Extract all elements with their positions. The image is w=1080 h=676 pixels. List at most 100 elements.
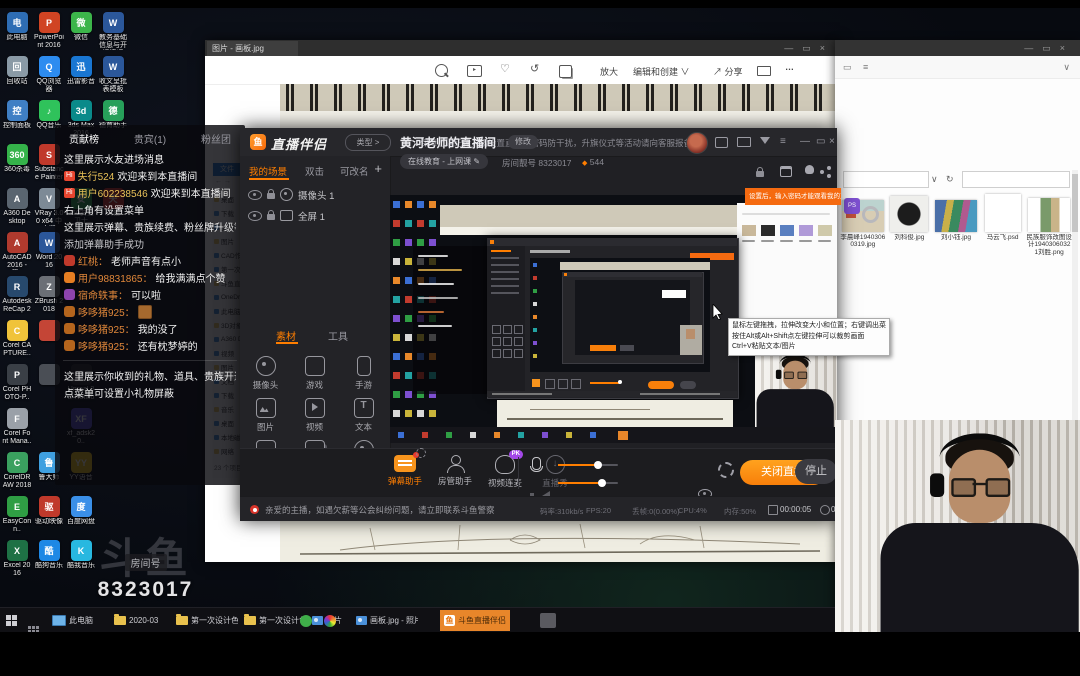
category-pill[interactable]: 在线教育 - 上网课 ✎ bbox=[400, 154, 488, 169]
favorite-heart-icon[interactable]: ♡ bbox=[500, 62, 510, 75]
speaker-volume-slider[interactable] bbox=[558, 482, 618, 484]
desktop-icon-百度网盘[interactable]: 度百度网盘 bbox=[66, 496, 96, 526]
print-icon[interactable] bbox=[757, 66, 771, 76]
color-wheel-icon[interactable] bbox=[324, 615, 336, 627]
panel-tab-素材[interactable]: 素材 bbox=[276, 328, 296, 343]
maximize-icon[interactable]: ▭ bbox=[816, 136, 825, 147]
taskbar-item-画板.jpg - 照片[interactable]: 画板.jpg - 照片 bbox=[352, 610, 422, 631]
desktop-icon-Autodesk ReCap 2016[interactable]: RAutodesk ReCap 2016 bbox=[2, 276, 32, 314]
photos-titlebar[interactable]: 图片 - 画板.jpg —▭× bbox=[205, 40, 840, 56]
green-circle-icon[interactable] bbox=[300, 615, 312, 627]
room-lock-icon[interactable] bbox=[756, 171, 764, 177]
dock-tab-视频连麦[interactable]: PK视频连麦 bbox=[480, 455, 530, 489]
close-icon[interactable]: × bbox=[1060, 43, 1074, 53]
maximize-icon[interactable]: ▭ bbox=[1042, 43, 1060, 53]
user-avatar[interactable] bbox=[686, 132, 708, 154]
source-row-全屏 1[interactable]: 全屏 1 bbox=[240, 205, 390, 226]
source-row-摄像头 1[interactable]: 摄像头 1 bbox=[240, 184, 390, 205]
crop-icon[interactable] bbox=[559, 65, 572, 78]
app-titlebar[interactable]: 鱼 直播伴侣 类型 > 保障上课纪律，请设置直播间密码防干扰，升旗仪式等活动请向… bbox=[240, 128, 837, 157]
ribbon-pane-icon[interactable]: ▭ bbox=[843, 62, 852, 73]
desktop-icon-QQ浏览器[interactable]: QQQ浏览器 bbox=[34, 56, 64, 94]
maximize-icon[interactable]: ▭ bbox=[802, 43, 820, 53]
material-图片[interactable]: 图片 bbox=[241, 398, 290, 433]
explorer-window-controls[interactable]: —▭× bbox=[1024, 43, 1074, 54]
scene-tab-我的场景[interactable]: 我的场景 bbox=[249, 164, 287, 178]
desktop-icon-迅雷影音[interactable]: 迅迅雷影音 bbox=[66, 56, 96, 86]
visibility-eye-icon[interactable] bbox=[248, 190, 262, 200]
desktop-icon-回收站[interactable]: 回回收站 bbox=[2, 56, 32, 86]
photos-edit-create-label[interactable]: 编辑和创建 ∨ bbox=[633, 65, 690, 78]
taskbar-item-2020-03[interactable]: 2020-03 bbox=[110, 610, 162, 631]
stop-button[interactable]: 停止 bbox=[795, 459, 837, 484]
chat-tab-粉丝团[interactable]: 粉丝团 bbox=[201, 131, 231, 146]
minimize-icon[interactable]: — bbox=[800, 136, 810, 147]
lock-icon[interactable] bbox=[267, 193, 275, 199]
material-游戏[interactable]: 游戏 bbox=[290, 356, 339, 391]
material-视频[interactable]: 视频 bbox=[290, 398, 339, 433]
settings-gear-icon[interactable] bbox=[718, 462, 734, 478]
taskbar-item-第一次设计色彩作业[interactable]: 第一次设计色彩作业 bbox=[172, 610, 242, 631]
minimize-icon[interactable]: — bbox=[784, 43, 802, 53]
desktop-icon-Corel Font Mana..[interactable]: FCorel Font Mana.. bbox=[2, 408, 32, 446]
photos-share-label[interactable]: ↗ 分享 bbox=[713, 65, 743, 78]
explorer-file-民族服饰改图设计19403060321刘胜.png[interactable]: 民族服饰改图设计19403060321刘胜.png bbox=[1026, 192, 1072, 312]
close-icon[interactable]: × bbox=[829, 136, 835, 147]
refresh-icon[interactable]: ↻ bbox=[946, 174, 954, 185]
photos-zoom-label[interactable]: 放大 bbox=[600, 65, 618, 78]
photos-tab[interactable]: 图片 - 画板.jpg bbox=[207, 41, 298, 56]
chat-tab-贡献榜[interactable]: 贡献榜 bbox=[69, 131, 99, 146]
dock-tab-弹幕助手[interactable]: 弹幕助手 bbox=[380, 455, 430, 487]
menu-icon[interactable]: ≡ bbox=[780, 136, 786, 147]
slideshow-icon[interactable]: ▸ bbox=[467, 65, 482, 77]
pip-icon[interactable] bbox=[715, 137, 728, 148]
explorer-titlebar[interactable]: —▭× bbox=[835, 40, 1080, 56]
scene-tab-双击[interactable]: 双击 bbox=[305, 164, 324, 178]
close-icon[interactable]: × bbox=[820, 43, 834, 53]
chat-tab-贵宾(1)[interactable]: 贵宾(1) bbox=[134, 131, 166, 146]
dock-tab-房管助手[interactable]: 房管助手 bbox=[430, 455, 480, 487]
desktop-icon-AutoCAD 2016 - 简..[interactable]: AAutoCAD 2016 - 简.. bbox=[2, 232, 32, 270]
desktop-icon-EasyConn..[interactable]: EEasyConn.. bbox=[2, 496, 32, 534]
edit-room-button[interactable]: 修改 bbox=[508, 135, 538, 149]
device-monitor-icon[interactable] bbox=[737, 137, 751, 147]
microphone-icon[interactable] bbox=[532, 457, 541, 470]
ribbon-collapse-icon[interactable]: ∨ bbox=[1063, 62, 1070, 73]
address-chevron-icon[interactable]: ∨ bbox=[931, 174, 938, 185]
minimize-icon[interactable]: — bbox=[1024, 43, 1042, 53]
explorer-file-马云飞.psd[interactable]: PS马云飞.psd bbox=[980, 192, 1026, 312]
start-button[interactable] bbox=[6, 615, 17, 626]
search-input[interactable] bbox=[962, 171, 1070, 188]
visibility-eye-icon[interactable] bbox=[248, 211, 262, 221]
lock-icon[interactable] bbox=[267, 214, 275, 220]
taskbar-item-斗鱼直播伴侣[interactable]: 鱼斗鱼直播伴侣 bbox=[440, 610, 510, 631]
desktop-icon-微信[interactable]: 微微信 bbox=[66, 12, 96, 42]
desktop-icon-此电脑[interactable]: 电此电脑 bbox=[2, 12, 32, 42]
material-文本[interactable]: 文本 bbox=[339, 398, 388, 433]
photos-window-controls[interactable]: —▭× bbox=[784, 43, 834, 54]
taskbar-item-此电脑[interactable]: 此电脑 bbox=[48, 610, 97, 631]
share-icon[interactable] bbox=[827, 166, 831, 170]
ribbon-list-icon[interactable]: ≡ bbox=[863, 62, 868, 72]
address-bar[interactable] bbox=[843, 171, 929, 188]
scrollbar-thumb[interactable] bbox=[1072, 174, 1078, 232]
scene-tab-可改名[interactable]: 可改名 bbox=[340, 164, 369, 178]
rotate-icon[interactable]: ↺ bbox=[530, 62, 539, 75]
filter-funnel-icon[interactable] bbox=[760, 137, 770, 144]
add-scene-button[interactable]: + bbox=[374, 161, 382, 176]
explorer-file-刘科俊.jpg[interactable]: 刘科俊.jpg bbox=[887, 192, 933, 312]
desktop-icon-CorelDRAW 2018 (64-..[interactable]: CCorelDRAW 2018 (64-.. bbox=[2, 452, 32, 490]
desktop-icon-控制面板[interactable]: 控控制面板 bbox=[2, 100, 32, 130]
bell-icon[interactable] bbox=[805, 165, 814, 174]
desktop-icon-Corel CAPTURE..[interactable]: CCorel CAPTURE.. bbox=[2, 320, 32, 358]
more-options-icon[interactable]: … bbox=[785, 62, 794, 72]
material-手游[interactable]: 手游 bbox=[339, 356, 388, 391]
desktop-icon-教务基础信息与开课情况[interactable]: W教务基础信息与开课情况 bbox=[98, 12, 128, 50]
desktop-icon-Excel 2016[interactable]: XExcel 2016 bbox=[2, 540, 32, 578]
panel-tab-工具[interactable]: 工具 bbox=[328, 328, 348, 343]
desktop-icon-驱动映像[interactable]: 驱驱动映像 bbox=[34, 496, 64, 526]
taskbar-tray-box[interactable] bbox=[540, 613, 556, 628]
mic-volume-slider[interactable] bbox=[558, 464, 618, 466]
desktop-icon-Corel PHOTO-P..[interactable]: PCorel PHOTO-P.. bbox=[2, 364, 32, 402]
explorer-file-刘小钰.jpg[interactable]: 刘小钰.jpg bbox=[933, 192, 979, 312]
